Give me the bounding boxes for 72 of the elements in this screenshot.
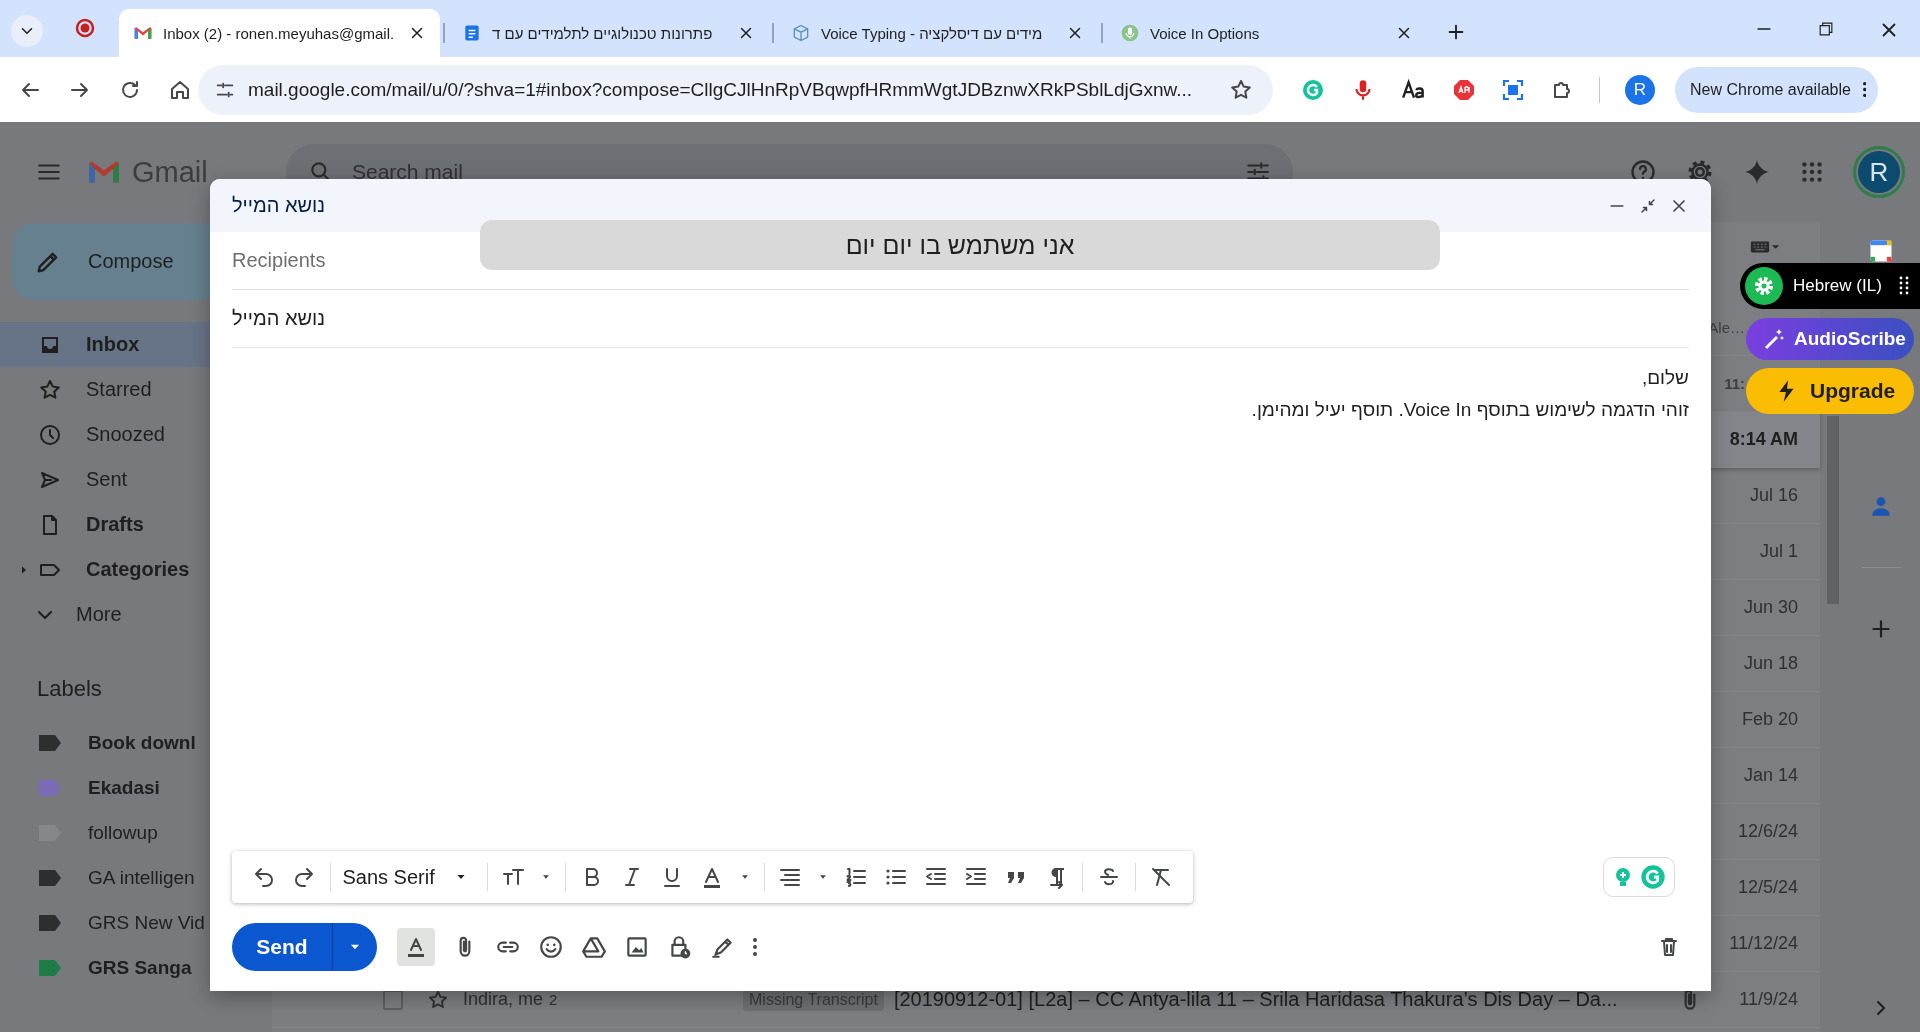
body-text: זוהי הדגמה לשימוש בתוסף Voice In. תוסף יעיל ומהימן. [1250,398,1689,422]
tab-title: Voice In Options [1150,24,1261,42]
update-button[interactable]: New Chrome available [1675,66,1879,113]
account-avatar[interactable]: R [1853,146,1905,198]
tab-title: פתרונות טכנולוגיים לתלמידים עם ד [492,24,714,42]
date-text: Feb 20 [1741,709,1798,730]
body-text: שלום, [1640,366,1689,390]
chevron-down-icon [38,610,52,619]
tab-title: Voice Typing - מידים עם דיסלקציה [821,24,1044,42]
tab-title: Inbox (2) - ronen.meyuhas@gmail. [163,24,396,42]
numbered-list-icon[interactable] [844,865,869,889]
search-input[interactable]: Search mail [350,159,1245,185]
grammarly-icon [1639,863,1667,891]
formatting-toggle-button[interactable] [397,928,435,966]
label-item[interactable]: GA intelligen [0,855,272,900]
sidebar-item[interactable]: Starred [0,367,256,412]
transcript-toast: אני משתמש בו יום יום [480,220,1440,270]
label-item[interactable]: Ekadasi [0,765,272,810]
send-button[interactable]: Send [232,923,332,971]
microphone-badge-icon [1120,23,1140,43]
language-widget[interactable]: Hebrew (IL) [1740,263,1920,309]
address-bar[interactable]: mail.google.com/mail/u/0/?shva=1#inbox?compose=CllgCJlHnRpVBqwpfHRmmWgtJDBznwXRkPSblLdjGxnw... [198,64,1273,115]
date-text: 12/6/24 [1737,821,1798,842]
ad-block-icon[interactable] [1452,77,1476,102]
apps-icon[interactable] [1799,159,1825,185]
sidebar-item[interactable]: Categories [0,547,256,592]
star-icon [38,377,62,402]
screen-capture-icon[interactable] [1501,77,1525,102]
date-text: 12/5/24 [1737,877,1798,898]
date-text: 8:14 AM [1729,429,1798,450]
subject-text: [20190912-01] [L2a] – CC Antya-lila 11 – Srila Haridasa Thakura’s Dis Day – Da... [893,988,1618,1011]
emoji-icon[interactable] [538,934,564,960]
sidebar-item[interactable]: More [0,592,256,637]
image-icon[interactable] [624,934,650,960]
clear-formatting-icon[interactable] [1149,865,1173,889]
date-text: 11: [1724,375,1745,392]
audioscribe-button[interactable]: AudioScribe [1746,318,1914,360]
date-text: Jul 16 [1749,485,1798,506]
drive-icon[interactable] [581,934,607,960]
upgrade-button[interactable]: Upgrade [1746,368,1914,414]
record-icon[interactable] [73,16,97,40]
clock-icon [38,422,62,447]
date-text: 11/12/24 [1729,933,1798,954]
document-icon [462,23,482,43]
gmail-logo-text: Gmail [132,155,208,189]
exit-full-screen-icon[interactable] [1639,196,1657,215]
star-icon[interactable] [1229,77,1253,102]
profile-avatar[interactable]: R [1625,74,1655,105]
redo-icon[interactable] [292,865,316,889]
thread-count: 2 [549,991,558,1008]
cube-icon [791,23,811,43]
date-text: Jul 1 [1759,541,1798,562]
date-text: Jun 18 [1743,653,1798,674]
label-item[interactable]: followup [0,810,272,855]
send-options-button[interactable] [332,923,377,971]
date-text: 11/9/24 [1739,989,1798,1010]
date-text: Jun 30 [1743,597,1798,618]
undo-icon[interactable] [252,865,276,889]
browser-tab[interactable]: Inbox (2) - ronen.meyuhas@gmail. [119,9,440,57]
star-icon[interactable] [427,988,449,1011]
more-icon [1862,82,1867,97]
sidebar-item[interactable]: Snoozed [0,412,256,457]
more-icon[interactable] [753,938,757,956]
language-label: Hebrew (IL) [1793,276,1882,296]
sidebar-item[interactable]: Drafts [0,502,256,547]
section-heading: Labels [37,675,103,703]
label-item[interactable]: Book downl [0,720,272,765]
sender-name: Indira, me [463,989,544,1010]
font-dropdown[interactable]: Sans Serif [342,865,475,889]
sidebar-item[interactable]: Sent [0,457,256,502]
date-text: Jan 14 [1743,765,1798,786]
url-text: mail.google.com/mail/u/0/?shva=1#inbox?compose=CllgCJlHnRpVBqwpfHRmmWgtJDBznwXRkPSblLdjGxnw... [248,78,1194,101]
